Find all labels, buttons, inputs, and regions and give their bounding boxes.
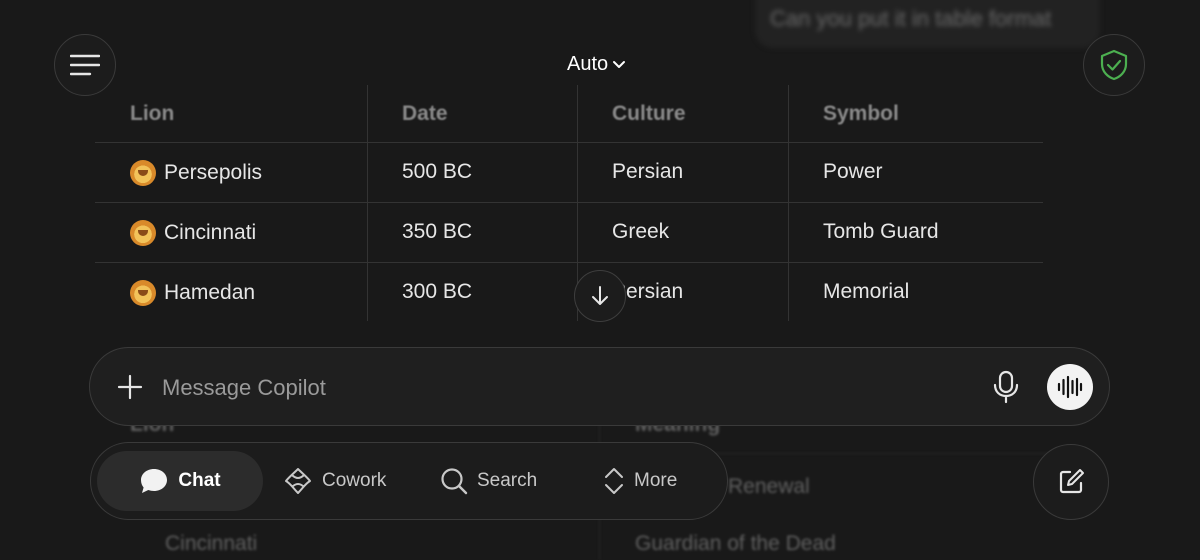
row-divider: [95, 262, 1043, 263]
table-cell-culture: Greek: [612, 220, 670, 243]
chat-bubble-icon: [141, 469, 168, 493]
audio-wave-icon: [1057, 375, 1083, 399]
new-chat-button[interactable]: [1033, 444, 1109, 520]
table-cell-date: 350 BC: [402, 220, 473, 243]
table-cell-symbol: Power: [823, 160, 883, 183]
hamburger-icon: [70, 54, 100, 76]
column-divider: [788, 85, 789, 321]
shield-check-icon: [1100, 49, 1128, 81]
previous-prompt-text: Can you put it in table format: [770, 6, 1052, 31]
faded-meaning-2: Guardian of the Dead: [635, 532, 836, 555]
table-cell-lion: Hamedan: [130, 280, 255, 306]
nav-chat[interactable]: Chat: [97, 451, 263, 511]
plus-icon[interactable]: [116, 373, 144, 401]
model-selector[interactable]: Auto: [567, 53, 626, 76]
column-divider: [367, 85, 368, 321]
nav-cowork[interactable]: Cowork: [283, 451, 386, 511]
lion-face-icon: [130, 160, 156, 186]
table-cell-lion: Persepolis: [130, 160, 262, 186]
nav-cowork-label: Cowork: [322, 470, 387, 491]
microphone-icon[interactable]: [990, 370, 1022, 404]
column-header-symbol: Symbol: [823, 102, 899, 125]
table-cell-date: 300 BC: [402, 280, 473, 303]
message-input[interactable]: [160, 368, 944, 408]
row-divider: [95, 142, 1043, 143]
previous-prompt-bubble: Can you put it in table format: [755, 0, 1100, 48]
cowork-icon: [285, 468, 311, 494]
table-cell-date: 500 BC: [402, 160, 473, 183]
bottom-navigation: Chat Cowork Search More: [90, 442, 728, 520]
column-header-lion: Lion: [130, 102, 175, 125]
lion-table: Lion Date Culture Symbol Persepolis 500 …: [95, 85, 1043, 321]
lion-name: Cincinnati: [164, 221, 257, 244]
table-cell-culture: Persian: [612, 160, 684, 183]
scroll-to-bottom-button[interactable]: [574, 270, 626, 322]
lion-name: Hamedan: [164, 281, 256, 304]
model-label: Auto: [567, 53, 609, 75]
faded-lion-2: Cincinnati: [165, 532, 258, 555]
nav-search-label: Search: [477, 470, 538, 491]
arrow-down-icon: [592, 286, 608, 305]
privacy-shield-button[interactable]: [1083, 34, 1145, 96]
lion-name: Persepolis: [164, 161, 263, 184]
table-cell-symbol: Memorial: [823, 280, 910, 303]
voice-mode-button[interactable]: [1047, 364, 1093, 410]
chevron-down-icon: [613, 60, 626, 68]
nav-search[interactable]: Search: [440, 451, 537, 511]
nav-chat-label: Chat: [178, 470, 221, 491]
lion-face-icon: [130, 220, 156, 246]
chevron-up-down-icon: [605, 468, 623, 494]
nav-more[interactable]: More: [603, 451, 677, 511]
nav-more-label: More: [634, 470, 678, 491]
lion-face-icon: [130, 280, 156, 306]
column-header-culture: Culture: [612, 102, 686, 125]
table-cell-lion: Cincinnati: [130, 220, 256, 246]
column-header-date: Date: [402, 102, 448, 125]
compose-icon: [1059, 469, 1084, 494]
faded-meaning-1: Renewal: [728, 475, 810, 498]
search-icon: [441, 468, 468, 495]
table-cell-symbol: Tomb Guard: [823, 220, 939, 243]
row-divider: [95, 202, 1043, 203]
message-composer: [89, 347, 1110, 426]
